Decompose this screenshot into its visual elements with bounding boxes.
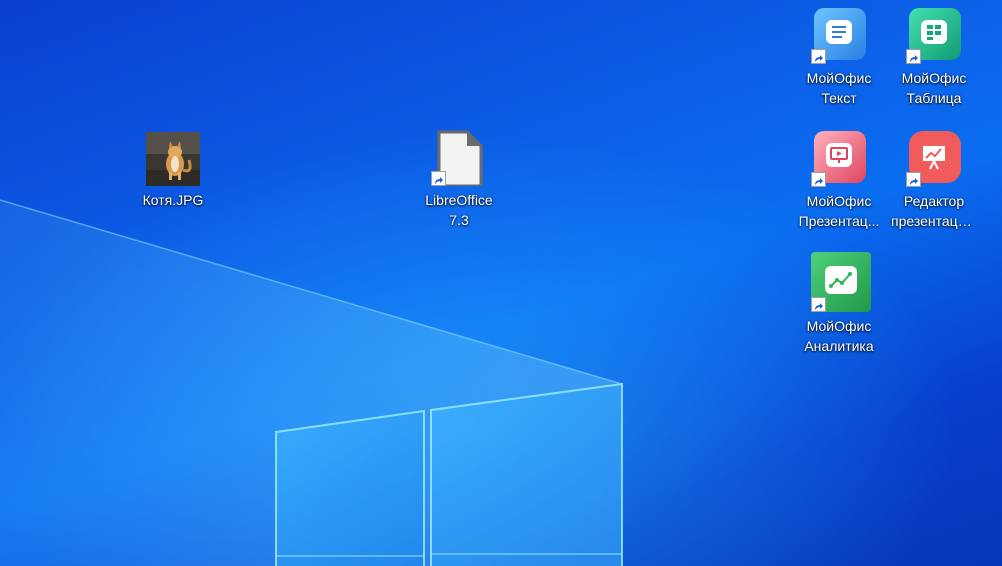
shortcut-arrow-icon [906,49,921,64]
desktop-icon-label-line2: Презентац... [798,213,880,229]
shortcut-arrow-icon [811,49,826,64]
desktop-icon-label-line2: Текст [821,90,857,106]
desktop-icon-label-line2: Аналитика [804,338,874,354]
desktop-icon-label-line2: Таблица [906,90,962,106]
desktop-icon-myoffice-table[interactable]: МойОфис Таблица [889,8,979,108]
shortcut-arrow-icon [906,172,921,187]
desktop-icon-label: Котя.JPG [142,192,204,208]
desktop-icon-presentation-editor[interactable]: Редактор презентаци... [889,131,979,231]
desktop-icon-label-line1: LibreOffice [425,192,493,208]
desktop-icon-myoffice-analytics[interactable]: МойОфис Аналитика [794,252,884,356]
desktop[interactable]: Котя.JPG LibreOffice 7.3 МойОфис Текст М… [0,0,1002,566]
desktop-icon-label-line1: МойОфис [806,318,872,334]
desktop-icon-myoffice-text[interactable]: МойОфис Текст [794,8,884,108]
desktop-icon-label-line1: МойОфис [806,193,872,209]
presentation-editor-icon [906,131,962,187]
desktop-icon-label-line1: Редактор [903,193,965,209]
shortcut-arrow-icon [431,171,446,186]
shortcut-arrow-icon [811,172,826,187]
shortcut-arrow-icon [811,297,826,312]
desktop-icon-kotya[interactable]: Котя.JPG [128,130,218,210]
myoffice-text-icon [811,8,867,64]
desktop-icon-label-line2: 7.3 [449,212,469,228]
photo-thumbnail-icon [145,130,201,186]
libreoffice-document-icon [431,130,487,188]
myoffice-table-icon [906,8,962,64]
desktop-icon-myoffice-presentation[interactable]: МойОфис Презентац... [794,131,884,231]
desktop-icon-label-line2: презентаци... [891,213,978,229]
desktop-icon-label-line1: МойОфис [806,70,872,86]
myoffice-presentation-icon [811,131,867,187]
desktop-icon-label-line1: МойОфис [901,70,967,86]
myoffice-analytics-icon [811,252,871,312]
desktop-icon-libreoffice[interactable]: LibreOffice 7.3 [414,130,504,230]
